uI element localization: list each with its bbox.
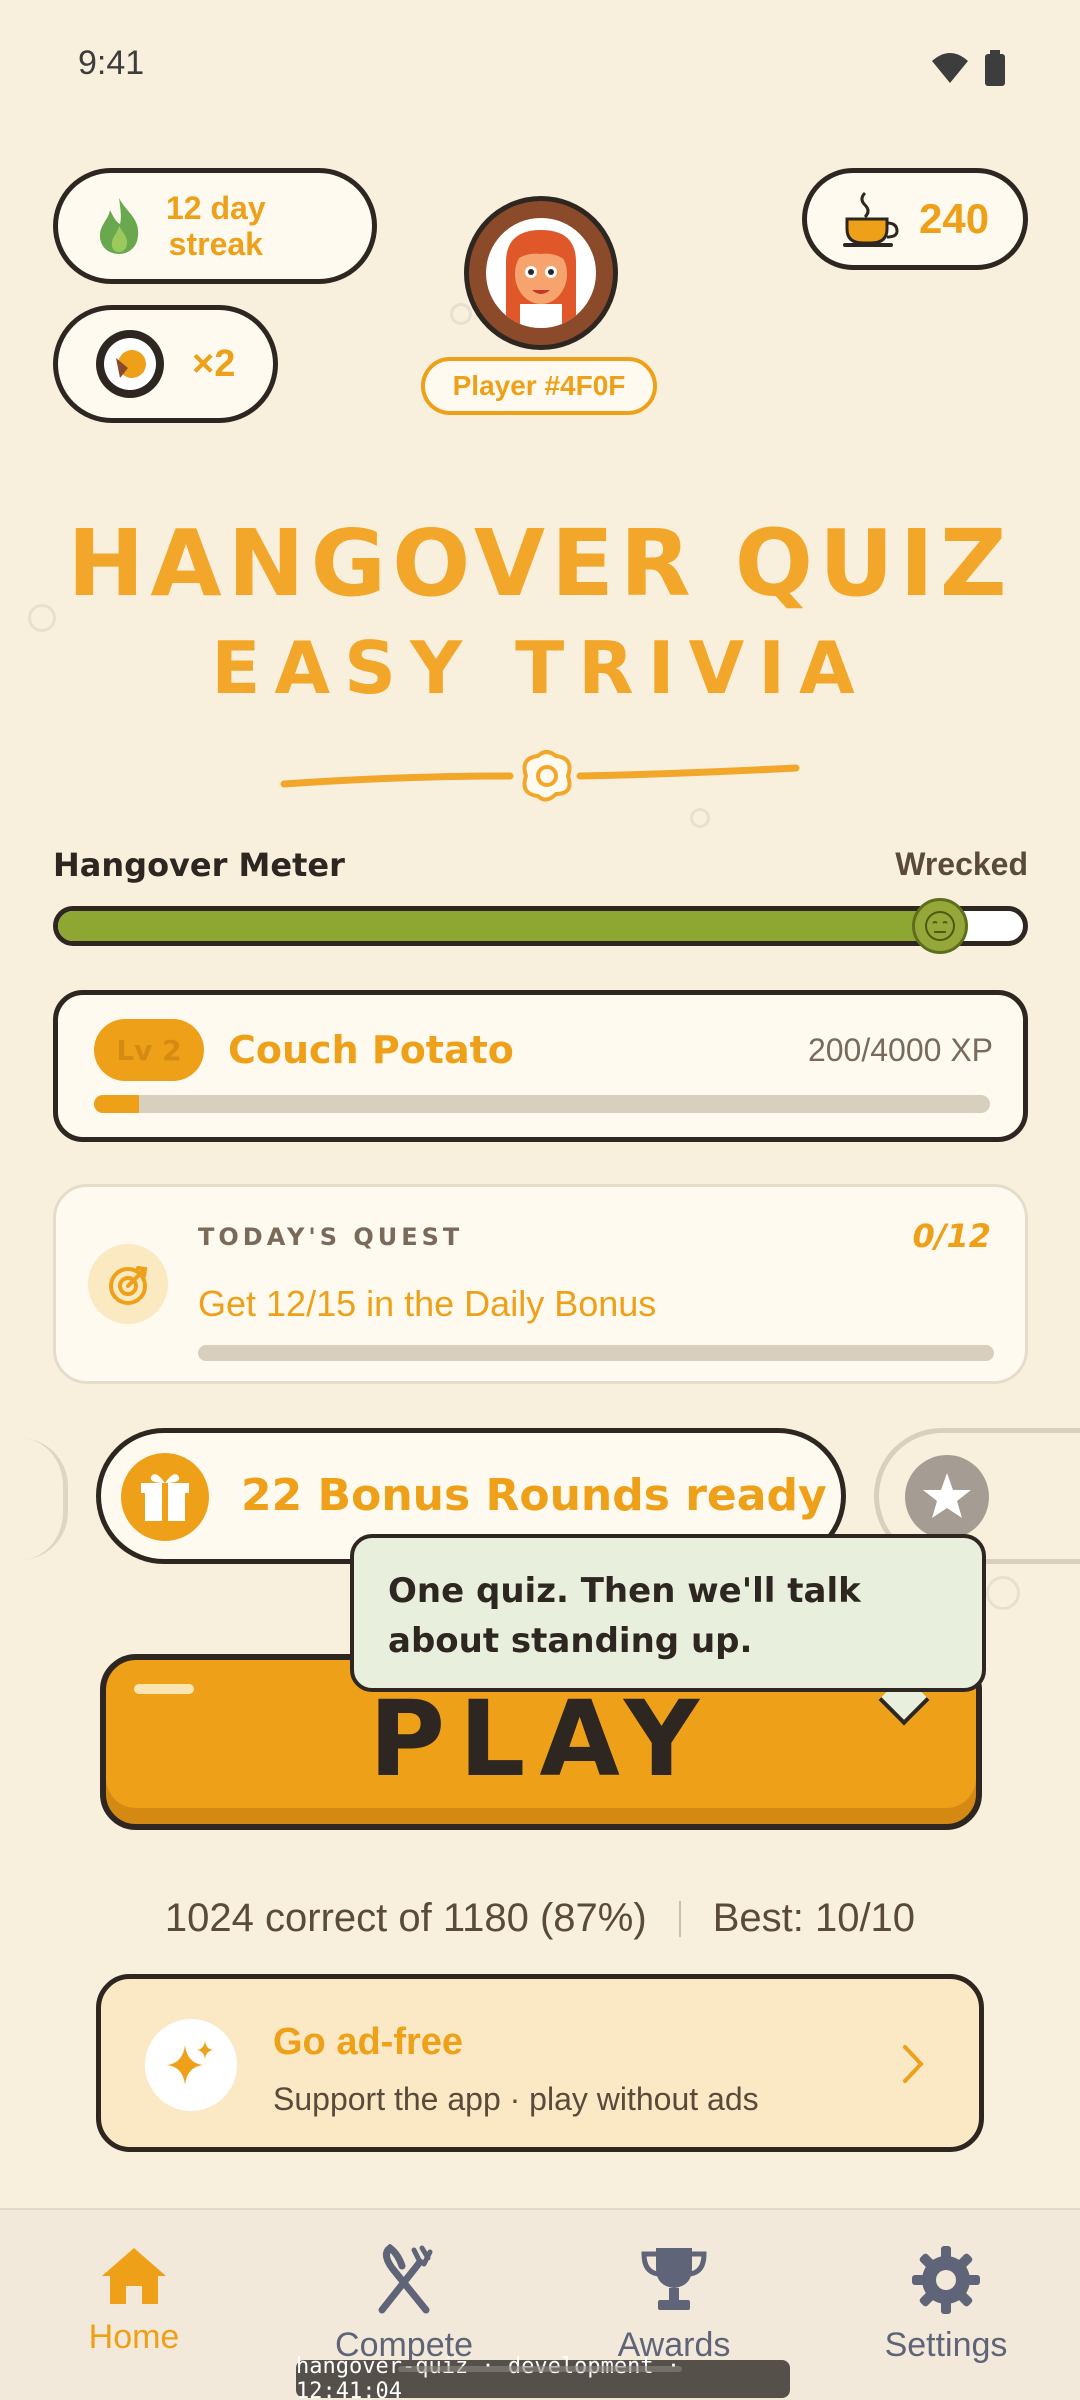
level-badge: Lv 2	[94, 1019, 204, 1081]
target-icon	[109, 1266, 148, 1305]
quest-card[interactable]: TODAY'S QUEST 0/12 Get 12/15 in the Dail…	[53, 1184, 1028, 1384]
status-time: 9:41	[78, 44, 145, 82]
streak-pill[interactable]: 12 day streak	[53, 168, 377, 284]
multiplier-pill[interactable]: ×2	[53, 305, 278, 423]
quest-label: TODAY'S QUEST	[198, 1223, 464, 1251]
streak-text: 12 day streak	[166, 190, 266, 262]
ad-free-subtitle: Support the app · play without ads	[273, 2081, 759, 2117]
coffee-cup-icon	[843, 191, 899, 247]
stats-correct: 1024 correct of 1180 (87%)	[164, 1896, 647, 1940]
sparkle-icon-wrap	[145, 2019, 237, 2111]
hangover-meter-label: Hangover Meter	[53, 846, 345, 884]
mascot-tooltip: One quiz. Then we'll talk about standing…	[350, 1534, 986, 1692]
streak-line-2: streak	[168, 226, 263, 262]
trophy-icon	[641, 2248, 707, 2310]
app-title: HANGOVER QUIZ	[67, 510, 1013, 617]
quest-progress-track	[198, 1345, 994, 1361]
play-button-label: PLAY	[368, 1678, 714, 1800]
nav-home-label: Home	[88, 2318, 180, 2356]
ad-free-title: Go ad-free	[273, 2021, 464, 2063]
quest-icon-wrap	[88, 1244, 168, 1324]
xp-track	[94, 1095, 990, 1113]
sparkle-icon	[167, 2041, 213, 2085]
nav-home[interactable]: Home	[34, 2244, 234, 2357]
stats-row: 1024 correct of 1180 (87%) Best: 10/10	[0, 1896, 1080, 1941]
decor-bubble	[986, 1576, 1020, 1610]
gift-icon	[141, 1474, 189, 1521]
coins-value: 240	[919, 195, 990, 242]
star-icon-wrap	[905, 1455, 989, 1539]
decor-bubble	[690, 808, 710, 828]
nav-settings-label: Settings	[884, 2326, 1008, 2364]
chevron-right-icon	[903, 2045, 924, 2083]
gift-icon-wrap	[121, 1453, 209, 1541]
xp-text: 200/4000 XP	[807, 1032, 993, 1068]
gear-icon	[912, 2246, 980, 2314]
coins-pill[interactable]: 240	[802, 168, 1028, 270]
home-icon	[102, 2248, 166, 2304]
avatar-face	[486, 218, 596, 328]
stats-separator	[678, 1900, 681, 1937]
app-subtitle: EASY TRIVIA	[211, 626, 869, 710]
avatar-illustration	[506, 230, 576, 328]
carousel-prev-card[interactable]	[20, 1438, 68, 1560]
hangover-meter-knob[interactable]	[912, 898, 969, 954]
status-icons	[930, 50, 1006, 86]
stats-best: Best: 10/10	[712, 1896, 916, 1940]
hangover-meter-fill	[58, 911, 937, 941]
player-tag[interactable]: Player #4F0F	[421, 357, 657, 415]
level-card[interactable]: Lv 2 Couch Potato 200/4000 XP	[53, 990, 1028, 1142]
fork-knife-icon	[378, 2243, 433, 2314]
player-avatar[interactable]	[464, 196, 618, 350]
hangover-meter-value: Wrecked	[895, 846, 1028, 882]
hangover-meter-track	[53, 906, 1028, 946]
go-ad-free-card[interactable]: Go ad-free Support the app · play withou…	[96, 1974, 984, 2152]
nav-settings[interactable]: Settings	[846, 2244, 1046, 2365]
xp-fill	[94, 1095, 139, 1113]
streak-line-1: 12 day	[166, 190, 266, 226]
title-divider	[280, 750, 800, 802]
star-icon	[923, 1473, 971, 1518]
decor-bubble	[450, 303, 472, 325]
wifi-icon	[932, 53, 968, 83]
quest-count: 0/12	[912, 1217, 991, 1255]
home-indicator[interactable]	[398, 2366, 682, 2372]
flame-icon	[99, 198, 139, 254]
battery-icon	[985, 50, 1005, 86]
egg-badge-icon	[96, 330, 164, 398]
multiplier-text: ×2	[192, 342, 236, 385]
nav-compete[interactable]: Compete	[304, 2243, 504, 2365]
nav-awards[interactable]: Awards	[574, 2244, 774, 2365]
quest-title: Get 12/15 in the Daily Bonus	[198, 1283, 657, 1324]
sick-face-icon	[925, 911, 956, 941]
level-name: Couch Potato	[228, 1028, 514, 1072]
